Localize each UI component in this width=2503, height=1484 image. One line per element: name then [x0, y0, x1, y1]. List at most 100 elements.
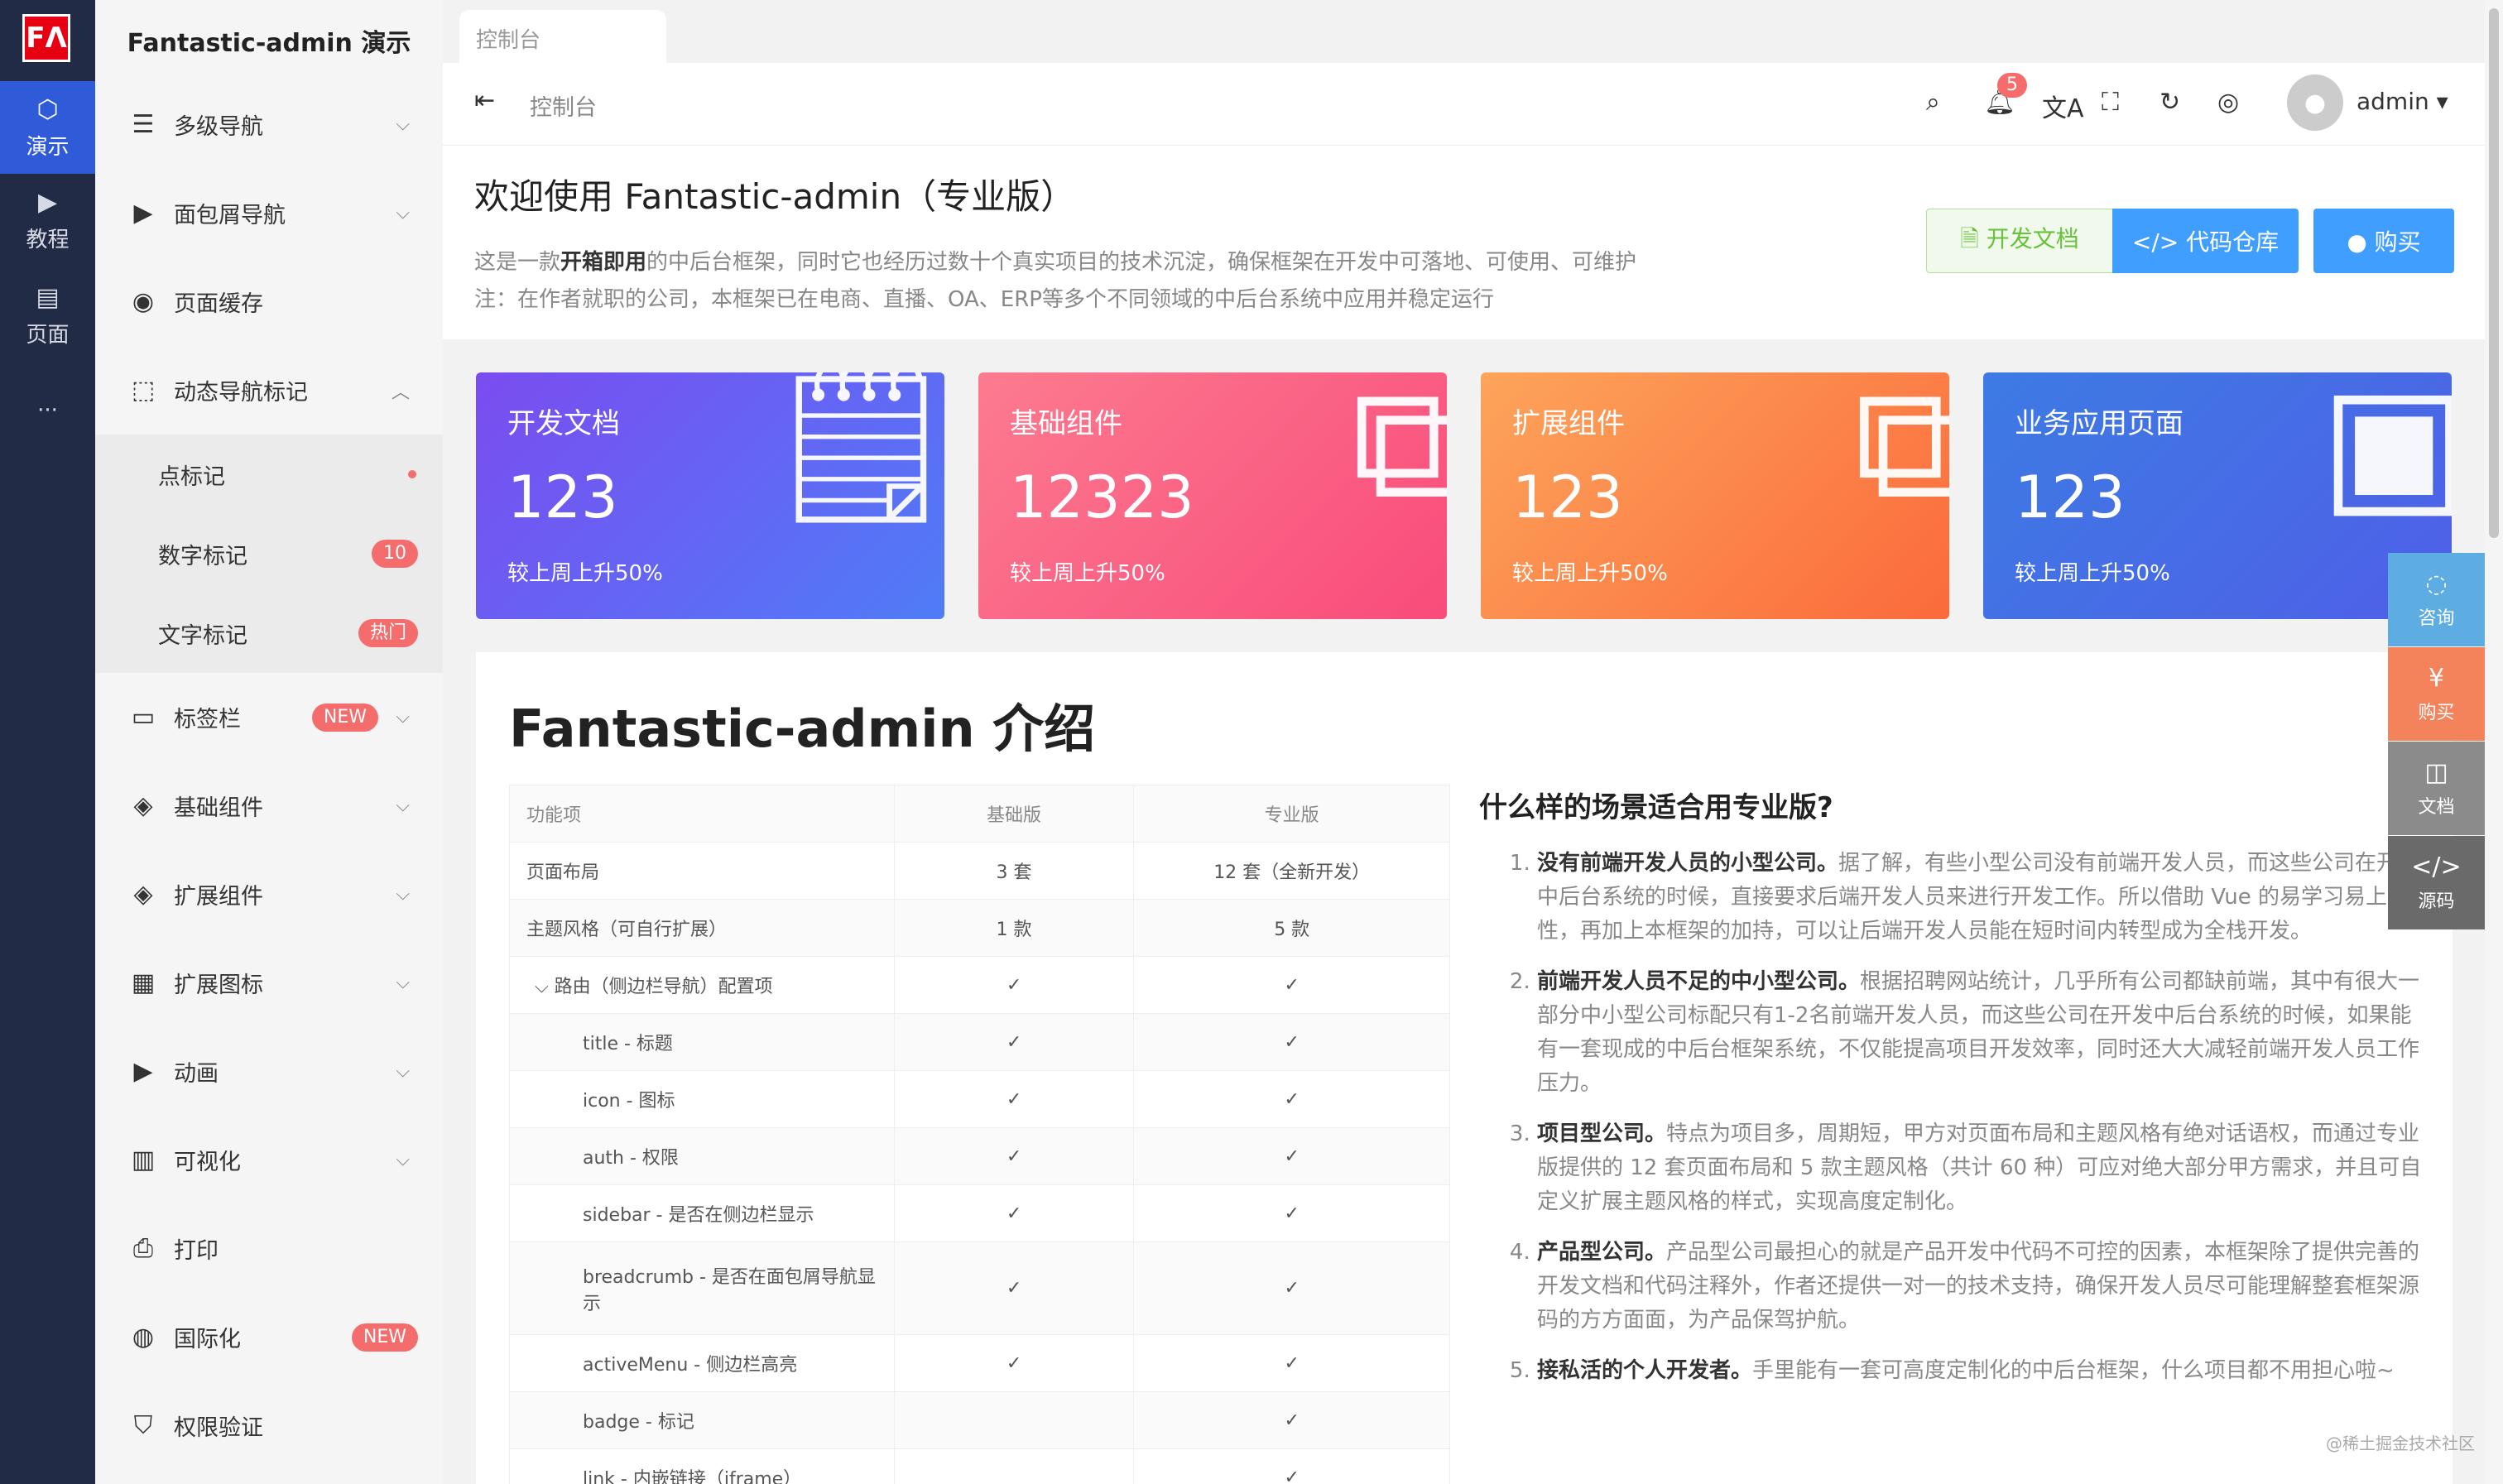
new-badge: NEW: [351, 1323, 418, 1352]
tab-icon: ▭: [131, 703, 156, 732]
sidebar-item-permission[interactable]: ⛉ 权限验证: [95, 1381, 443, 1470]
book-icon: ◫: [2424, 758, 2448, 787]
table-row: auth - 权限 ✓ ✓: [509, 1127, 1450, 1185]
sub-nav-title: Fantastic-admin 演示: [127, 29, 411, 58]
more-icon[interactable]: ···: [0, 364, 95, 457]
sidebar-item-visualization[interactable]: ▥ 可视化 ⌵: [95, 1116, 443, 1204]
stat-card-basic[interactable]: 基础组件 12323 较上周上升50% ⧉: [978, 372, 1447, 619]
repo-button[interactable]: </> 代码仓库: [2112, 209, 2299, 273]
fullscreen-icon[interactable]: ⛶: [2102, 88, 2119, 117]
main-nav-label: 教程: [26, 227, 70, 252]
search-icon[interactable]: ⌕: [1926, 88, 1940, 117]
main-nav-label: 演示: [26, 134, 70, 160]
dot-badge: [408, 470, 416, 478]
consult-button[interactable]: ◌ 咨询: [2388, 553, 2485, 646]
cube-icon: ⬡: [36, 94, 59, 124]
list-item: 接私活的个人开发者。手里能有一套可高度定制化的中后台框架，什么项目都不用担心啦~: [1537, 1354, 2431, 1388]
chevron-down-icon: ⌵: [396, 795, 410, 816]
page-title: 欢迎使用 Fantastic-admin（专业版）: [474, 176, 1076, 217]
sidebar-item-number-mark[interactable]: 数字标记 10: [95, 514, 443, 593]
app-root: FΛ ⬡ 演示 ▶ 教程 ▤ 页面 ··· Fantastic-admin 演示…: [0, 0, 2503, 1484]
float-docs-button[interactable]: ◫ 文档: [2388, 742, 2485, 835]
refresh-icon[interactable]: ↻: [2159, 88, 2180, 117]
toolbar: ⇤ 控制台 ⌕ 🔔︎ 5 文A ⛶ ↻ ◎ ● admin ▾: [443, 63, 2485, 146]
table-row: badge - 标记 ✓: [509, 1391, 1450, 1449]
sidebar-item-multilevel[interactable]: ☰ 多级导航 ⌵: [95, 80, 443, 169]
docs-button[interactable]: 🗎 开发文档: [1926, 209, 2113, 273]
breadcrumb[interactable]: 控制台: [530, 89, 597, 122]
collapse-icon[interactable]: ⇤: [474, 86, 495, 115]
mark-icon: ⬚: [131, 376, 156, 405]
sidebar-item-dynamic-mark[interactable]: ⬚ 动态导航标记 ︿: [95, 346, 443, 435]
feature-table: 功能项 基础版 专业版 页面布局 3 套 12 套（全新开发） 主题风格（可自行扩展…: [509, 785, 1450, 1484]
watermark: @稀土掘金技术社区: [2326, 1434, 2475, 1453]
intro-panel: Fantastic-admin 介绍 功能项 基础版 专业版 页面布局 3 套 12…: [476, 652, 2453, 1484]
theme-icon[interactable]: ◎: [2217, 88, 2239, 117]
sidebar-item-text-mark[interactable]: 文字标记 热门: [95, 593, 443, 673]
list-item: 产品型公司。产品型公司最担心的就是产品开发中代码不可控的因素，本框架除了提供完善…: [1537, 1236, 2431, 1338]
tab-console[interactable]: 控制台: [459, 10, 666, 63]
main-content: 欢迎使用 Fantastic-admin（专业版） 这是一款开箱即用的中后台框架…: [443, 146, 2485, 1484]
number-badge: 10: [372, 540, 418, 568]
puzzle-icon: ⧉: [1853, 372, 1949, 534]
table-header: 功能项 基础版 专业版: [509, 785, 1450, 843]
avatar[interactable]: ●: [2287, 74, 2343, 131]
triangle-icon: ▶: [133, 1057, 153, 1086]
welcome-description: 这是一款开箱即用的中后台框架，同时它也经历过数十个真实项目的技术沉淀，确保框架在…: [474, 250, 1637, 275]
stat-card-docs[interactable]: 开发文档 123 较上周上升50% 🗒: [476, 372, 944, 619]
bar-chart-icon: ▥: [131, 1145, 156, 1174]
app-logo[interactable]: FΛ: [22, 14, 70, 62]
table-row: breadcrumb - 是否在面包屑导航显示 ✓ ✓: [509, 1241, 1450, 1335]
table-row: title - 标题 ✓ ✓: [509, 1013, 1450, 1071]
sidebar-item-tabbar[interactable]: ▭ 标签栏 NEW ⌵: [95, 673, 443, 761]
page-scrollbar[interactable]: [2485, 0, 2503, 1484]
sidebar-item-ext-icons[interactable]: ▦ 扩展图标 ⌵: [95, 939, 443, 1027]
table-row: icon - 图标 ✓ ✓: [509, 1070, 1450, 1128]
translate-icon[interactable]: 文A: [2042, 88, 2084, 124]
layers-icon: ◈: [133, 791, 153, 820]
float-buy-button[interactable]: ¥ 购买: [2388, 647, 2485, 741]
sidebar-item-i18n[interactable]: ◍ 国际化 NEW: [95, 1293, 443, 1381]
play-icon: ▶: [37, 187, 58, 217]
welcome-panel: 欢迎使用 Fantastic-admin（专业版） 这是一款开箱即用的中后台框架…: [443, 146, 2485, 339]
stat-card-business[interactable]: 业务应用页面 123 较上周上升50% ▣: [1983, 372, 2452, 619]
float-source-button[interactable]: </> 源码: [2388, 836, 2485, 929]
sidebar-item-print[interactable]: ⎙ 打印: [95, 1204, 443, 1293]
stat-card-ext[interactable]: 扩展组件 123 较上周上升50% ⧉: [1481, 372, 1949, 619]
scenario-list: 没有前端开发人员的小型公司。据了解，有些小型公司没有前端开发人员，而这些公司在开…: [1479, 847, 2431, 1388]
sidebar-item-animation[interactable]: ▶ 动画 ⌵: [95, 1027, 443, 1116]
main-nav-item-tutorial[interactable]: ▶ 教程: [0, 174, 95, 267]
layers-plus-icon: ◈: [133, 880, 153, 909]
main-nav-item-demo[interactable]: ⬡ 演示: [0, 81, 95, 174]
buy-button[interactable]: ● 购买: [2313, 209, 2454, 273]
main-nav-label: 页面: [26, 322, 70, 348]
sidebar-item-basic-components[interactable]: ◈ 基础组件 ⌵: [95, 761, 443, 850]
sidebar-item-cache[interactable]: ◉ 页面缓存: [95, 257, 443, 346]
table-row: sidebar - 是否在侧边栏显示 ✓ ✓: [509, 1184, 1450, 1242]
sidebar-item-breadcrumb[interactable]: ▶ 面包屑导航 ⌵: [95, 169, 443, 257]
table-row: activeMenu - 侧边栏高亮 ✓ ✓: [509, 1334, 1450, 1392]
scrollbar-thumb[interactable]: [2489, 8, 2499, 538]
page-icon: ▤: [36, 282, 60, 312]
chevron-down-icon: ⌵: [396, 1150, 410, 1170]
notification-badge: 5: [1997, 73, 2027, 98]
sidebar-item-dot-mark[interactable]: 点标记: [95, 435, 443, 514]
list-item: 没有前端开发人员的小型公司。据了解，有些小型公司没有前端开发人员，而这些公司在开…: [1537, 847, 2431, 949]
globe-icon: ◍: [132, 1323, 155, 1352]
chevron-down-icon: ⌵: [396, 973, 410, 993]
sub-nav: Fantastic-admin 演示 ☰ 多级导航 ⌵ ▶ 面包屑导航 ⌵ ◉ …: [95, 0, 443, 1484]
puzzle-icon: ⧉: [1351, 372, 1447, 534]
table-row: 页面布局 3 套 12 套（全新开发）: [509, 842, 1450, 900]
grid-icon: ▦: [131, 968, 156, 997]
scenario-section: 什么样的场景适合用专业版? 没有前端开发人员的小型公司。据了解，有些小型公司没有…: [1479, 785, 2431, 1405]
cache-icon: ◉: [132, 287, 155, 316]
main-nav: FΛ ⬡ 演示 ▶ 教程 ▤ 页面 ···: [0, 0, 95, 1484]
yen-icon: ¥: [2428, 664, 2445, 693]
table-row-expandable[interactable]: ⌵ 路由（侧边栏导航）配置项 ✓ ✓: [509, 956, 1450, 1014]
new-badge: NEW: [311, 703, 378, 732]
user-menu[interactable]: admin ▾: [2356, 88, 2448, 115]
main-nav-item-page[interactable]: ▤ 页面: [0, 269, 95, 362]
sidebar-item-ext-components[interactable]: ◈ 扩展组件 ⌵: [95, 850, 443, 939]
intro-title: Fantastic-admin 介绍: [509, 699, 1096, 759]
document-icon: 🗒: [761, 372, 944, 534]
